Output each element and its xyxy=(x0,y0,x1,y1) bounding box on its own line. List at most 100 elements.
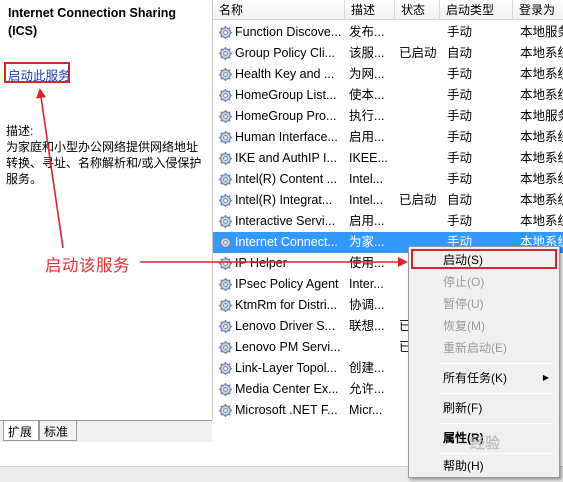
service-startup-type: 手动 xyxy=(447,67,473,81)
submenu-arrow-icon: ▶ xyxy=(542,373,549,382)
service-startup-type: 手动 xyxy=(447,109,473,123)
service-description-pane: Internet Connection Sharing (ICS) 启动此服务 … xyxy=(0,0,212,482)
service-startup-type: 手动 xyxy=(447,88,473,102)
annotation-label: 启动该服务 xyxy=(45,257,130,275)
table-row[interactable]: Interactive Servi... 启用... 手动 本地系统 xyxy=(213,211,563,232)
service-description: 创建... xyxy=(349,361,385,375)
gear-icon xyxy=(218,172,233,187)
gear-icon xyxy=(218,130,233,145)
service-name: Human Interface... xyxy=(235,130,338,144)
service-status: 已启动 xyxy=(399,193,437,207)
menu-item-refresh[interactable]: 刷新(F) xyxy=(411,397,557,419)
table-row[interactable]: Function Discove... 发布... 手动 本地服务 xyxy=(213,22,563,43)
service-startup-type: 手动 xyxy=(447,214,473,228)
menu-separator xyxy=(439,393,553,394)
table-row[interactable]: Intel(R) Integrat... Intel... 已启动自动 本地系统 xyxy=(213,190,563,211)
service-startup-type: 手动 xyxy=(447,151,473,165)
column-header-name[interactable]: 名称 xyxy=(213,0,345,20)
gear-icon xyxy=(218,298,233,313)
gear-icon xyxy=(218,67,233,82)
column-header-status[interactable]: 状态 xyxy=(395,0,440,20)
tab-standard[interactable]: 标准 xyxy=(39,421,77,441)
service-description: Inter... xyxy=(349,277,384,291)
tab-extended[interactable]: 扩展 xyxy=(3,421,39,441)
menu-separator xyxy=(439,423,553,424)
service-name: Microsoft .NET F... xyxy=(235,403,338,417)
service-startup-type: 自动 xyxy=(447,46,473,60)
table-row[interactable]: Group Policy Cli... 该服... 已启动自动 本地系统 xyxy=(213,43,563,64)
service-description: Micr... xyxy=(349,403,383,417)
menu-item-all-tasks[interactable]: 所有任务(K) ▶ xyxy=(411,367,557,389)
description-label: 描述: xyxy=(6,124,34,138)
start-service-link[interactable]: 启动此服务 xyxy=(8,65,71,84)
gear-icon xyxy=(218,235,233,250)
service-name: IKE and AuthIP I... xyxy=(235,151,337,165)
service-name: Internet Connect... xyxy=(235,235,338,249)
service-description: Intel... xyxy=(349,172,384,186)
service-name: IPsec Policy Agent xyxy=(235,277,339,291)
gear-icon xyxy=(218,88,233,103)
gear-icon xyxy=(218,109,233,124)
gear-icon xyxy=(218,214,233,229)
service-logon-as: 本地系统 xyxy=(520,172,563,186)
table-row[interactable]: HomeGroup List... 使本... 手动 本地系统 xyxy=(213,85,563,106)
service-name: Lenovo PM Servi... xyxy=(235,340,341,354)
gear-icon xyxy=(218,193,233,208)
service-logon-as: 本地系统 xyxy=(520,67,563,81)
menu-item-resume[interactable]: 恢复(M) xyxy=(411,315,557,337)
service-logon-as: 本地服务 xyxy=(520,109,563,123)
gear-icon xyxy=(218,403,233,418)
service-logon-as: 本地系统 xyxy=(520,46,563,60)
service-name: HomeGroup Pro... xyxy=(235,109,337,123)
gear-icon xyxy=(218,319,233,334)
column-header-logon-as[interactable]: 登录为 xyxy=(513,0,563,20)
service-startup-type: 手动 xyxy=(447,25,473,39)
table-row[interactable]: Intel(R) Content ... Intel... 手动 本地系统 xyxy=(213,169,563,190)
service-logon-as: 本地系统 xyxy=(520,151,563,165)
service-name: IP Helper xyxy=(235,256,287,270)
column-header-startup-type[interactable]: 启动类型 xyxy=(440,0,513,20)
service-startup-type: 手动 xyxy=(447,130,473,144)
gear-icon xyxy=(218,46,233,61)
column-header-description[interactable]: 描述 xyxy=(345,0,395,20)
menu-item-help[interactable]: 帮助(H) xyxy=(411,455,557,477)
service-logon-as: 本地系统 xyxy=(520,88,563,102)
gear-icon xyxy=(218,361,233,376)
table-row[interactable]: Human Interface... 启用... 手动 本地系统 xyxy=(213,127,563,148)
service-logon-as: 本地服务 xyxy=(520,25,563,39)
list-header: 名称 描述 状态 启动类型 登录为 xyxy=(213,0,563,20)
service-startup-type: 自动 xyxy=(447,193,473,207)
view-tab-strip: 扩展 标准 xyxy=(0,420,212,442)
service-description: 为网... xyxy=(349,67,385,81)
table-row[interactable]: Health Key and ... 为网... 手动 本地系统 xyxy=(213,64,563,85)
table-row[interactable]: HomeGroup Pro... 执行... 手动 本地服务 xyxy=(213,106,563,127)
service-description: 为家... xyxy=(349,235,385,249)
service-logon-as: 本地系统 xyxy=(520,130,563,144)
table-row[interactable]: IKE and AuthIP I... IKEE... 手动 本地系统 xyxy=(213,148,563,169)
service-title: Internet Connection Sharing (ICS) xyxy=(8,6,177,38)
service-name: Lenovo Driver S... xyxy=(235,319,336,333)
gear-icon xyxy=(218,151,233,166)
service-description: 允许... xyxy=(349,382,385,396)
service-description: 发布... xyxy=(349,25,385,39)
menu-item-restart[interactable]: 重新启动(E) xyxy=(411,337,557,359)
service-name: KtmRm for Distri... xyxy=(235,298,338,312)
service-name: Link-Layer Topol... xyxy=(235,361,337,375)
service-description: IKEE... xyxy=(349,151,388,165)
gear-icon xyxy=(218,340,233,355)
service-description: 该服... xyxy=(349,46,385,60)
service-name: HomeGroup List... xyxy=(235,88,337,102)
service-name: Function Discove... xyxy=(235,25,342,39)
gear-icon xyxy=(218,277,233,292)
menu-item-pause[interactable]: 暂停(U) xyxy=(411,293,557,315)
gear-icon xyxy=(218,382,233,397)
service-description: 使本... xyxy=(349,88,385,102)
menu-item-stop[interactable]: 停止(O) xyxy=(411,271,557,293)
menu-item-all-tasks-label: 所有任务(K) xyxy=(443,371,507,385)
menu-start-highlight-box xyxy=(411,249,557,269)
service-startup-type: 手动 xyxy=(447,172,473,186)
service-status: 已启动 xyxy=(399,46,437,60)
service-description: 启用... xyxy=(349,214,385,228)
service-name: Interactive Servi... xyxy=(235,214,336,228)
service-name: Media Center Ex... xyxy=(235,382,339,396)
